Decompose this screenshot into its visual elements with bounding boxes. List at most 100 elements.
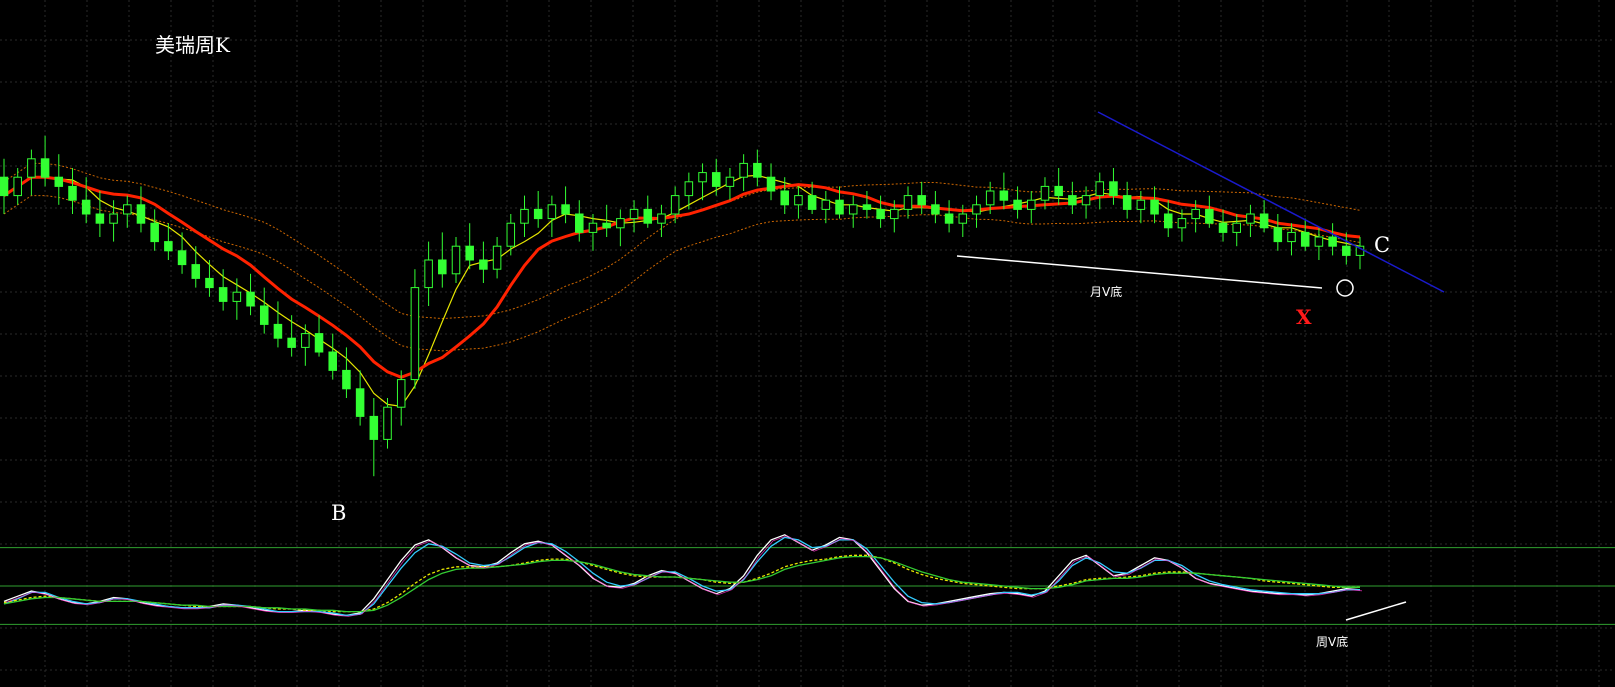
candle-body (0, 176, 9, 197)
candle-body (1136, 199, 1146, 210)
candle-body (643, 208, 653, 224)
candle-body (81, 199, 91, 215)
candle-body (821, 199, 831, 210)
candle-body (369, 415, 379, 440)
candle-body (451, 245, 461, 275)
candle-body (547, 204, 557, 220)
candle-body (506, 222, 516, 247)
candle-body (54, 176, 64, 187)
candle-body (27, 158, 36, 178)
candle-body (711, 172, 721, 187)
candle-body (629, 208, 639, 220)
candle-body (890, 208, 899, 220)
candle-body (862, 204, 872, 210)
candle-body (492, 245, 502, 270)
chart-root: 美瑞周K B C X 月V底 周V底 (0, 0, 1615, 687)
candle-body (1040, 185, 1050, 201)
candle-body (944, 213, 954, 224)
candle-body (177, 250, 187, 266)
candle-body (1027, 199, 1036, 210)
candle-body (616, 218, 625, 229)
label-point-b: B (331, 501, 346, 525)
mark-x: X (1296, 305, 1312, 329)
candle-body (1273, 227, 1283, 243)
candle-body (835, 199, 844, 215)
chart-title: 美瑞周K (155, 33, 231, 57)
candle-body (383, 406, 392, 440)
candle-body (807, 195, 817, 210)
candle-body (698, 172, 707, 183)
candle-body (150, 222, 159, 243)
label-point-c: C (1374, 233, 1390, 257)
candle-body (725, 176, 735, 187)
candle-body (1218, 222, 1228, 233)
candle-body (575, 213, 584, 233)
chart-background (0, 0, 1615, 687)
candle-body (136, 204, 146, 224)
candle-body (246, 291, 255, 307)
candle-body (232, 291, 242, 302)
candle-body (753, 162, 762, 178)
candle-body (205, 277, 214, 289)
candle-body (766, 176, 776, 192)
candle-body (95, 213, 105, 224)
candle-body (1287, 231, 1296, 243)
candle-body (1328, 236, 1337, 247)
candle-body (1342, 245, 1351, 256)
candle-body (848, 204, 858, 215)
label-weekly-v-bottom: 周V底 (1316, 634, 1348, 649)
candle-body (109, 213, 118, 224)
candle-body (1314, 236, 1324, 247)
candle-body (1246, 213, 1255, 224)
candle-body (273, 323, 283, 339)
candle-body (314, 333, 324, 353)
candle-body (1259, 213, 1269, 229)
candle-body (1205, 208, 1214, 224)
candle-body (1081, 195, 1091, 206)
candle-body (588, 222, 598, 233)
candle-body (1150, 199, 1159, 215)
candle-body (355, 388, 365, 417)
candle-body (958, 213, 968, 224)
candle-body (903, 195, 913, 210)
candle-body (218, 287, 228, 302)
candle-body (479, 259, 488, 270)
candle-body (396, 379, 406, 408)
candle-body (917, 195, 926, 206)
candle-body (1191, 208, 1200, 220)
candle-body (985, 190, 995, 206)
candle-body (1013, 199, 1022, 210)
candle-body (1122, 195, 1132, 210)
candle-body (191, 264, 201, 279)
candle-body (1095, 181, 1105, 197)
candle-body (520, 208, 529, 224)
candle-body (794, 195, 803, 206)
candle-body (999, 190, 1009, 201)
candle-body (287, 337, 296, 348)
candle-body (342, 369, 351, 390)
stock-chart: 美瑞周K B C X 月V底 周V底 (0, 0, 1615, 687)
candle-body (465, 245, 474, 261)
candle-body (259, 305, 269, 325)
candle-body (533, 208, 543, 220)
candle-body (328, 351, 337, 371)
candle-body (684, 181, 694, 197)
candle-body (301, 333, 310, 348)
candle-body (602, 222, 611, 229)
candle-body (40, 158, 50, 178)
candle-body (1109, 181, 1118, 197)
candle-body (13, 176, 22, 197)
candle-body (1232, 222, 1241, 233)
candle-body (739, 162, 748, 178)
candle-body (164, 241, 173, 252)
candle-body (561, 204, 570, 215)
candle-body (876, 208, 885, 220)
candle-body (68, 185, 77, 201)
candle-body (1163, 213, 1173, 229)
candle-body (972, 204, 981, 215)
candle-body (931, 204, 940, 215)
candle-body (1068, 195, 1077, 206)
candle-body (780, 190, 789, 206)
candle-body (657, 213, 666, 224)
candle-body (123, 204, 132, 215)
